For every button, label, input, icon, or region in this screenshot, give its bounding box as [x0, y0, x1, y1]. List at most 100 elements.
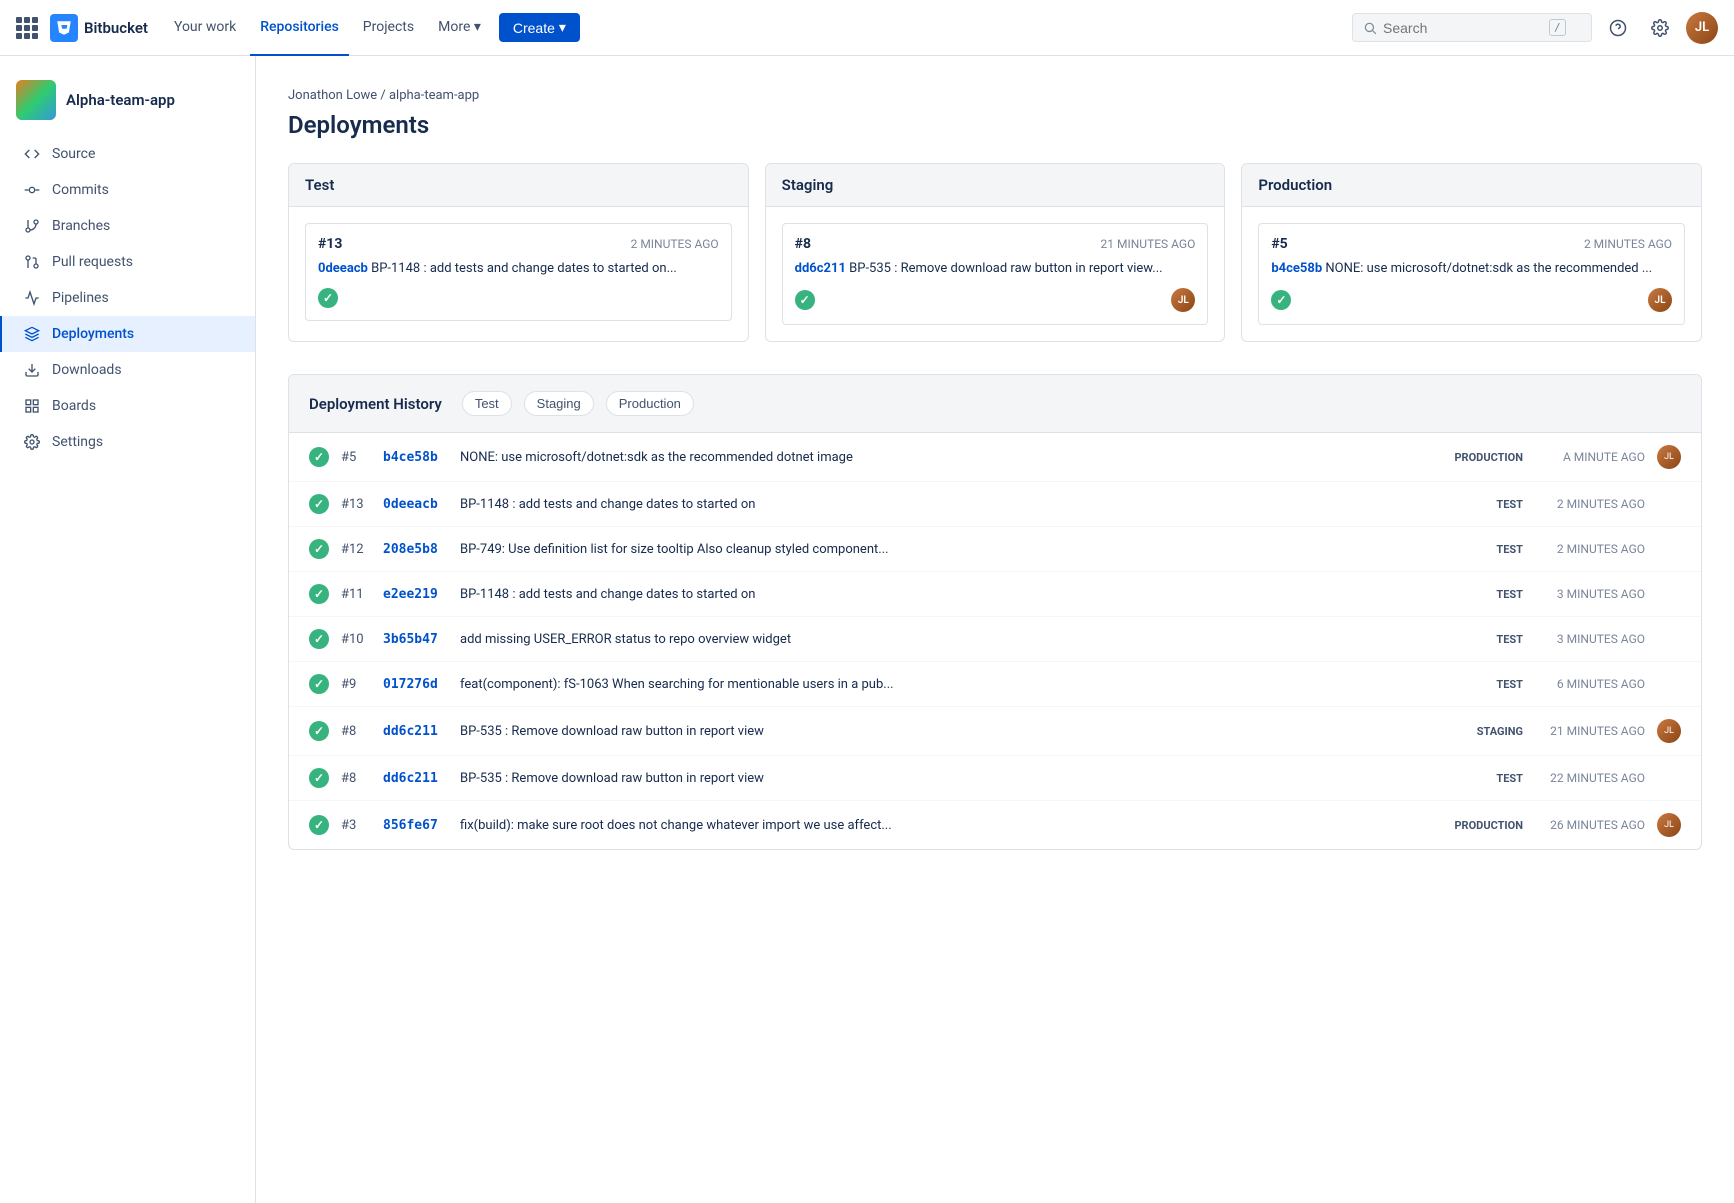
breadcrumb-parent[interactable]: Jonathon Lowe [288, 88, 377, 103]
row-env-2: TEST [1448, 543, 1523, 556]
row-status-1 [309, 494, 329, 514]
sidebar-label-deployments: Deployments [52, 326, 134, 342]
row-msg-4: add missing USER_ERROR status to repo ov… [460, 632, 1436, 647]
search-input[interactable] [1383, 20, 1543, 36]
table-row: #3 856fe67 fix(build): make sure root do… [289, 801, 1701, 849]
row-env-6: STAGING [1448, 725, 1523, 738]
nav-projects[interactable]: Projects [353, 0, 424, 56]
row-hash-8[interactable]: 856fe67 [383, 818, 448, 833]
table-row: #12 208e5b8 BP-749: Use definition list … [289, 527, 1701, 572]
bitbucket-logo-svg [55, 19, 73, 37]
sidebar-item-boards[interactable]: Boards [0, 388, 255, 424]
downloads-icon [22, 360, 42, 380]
topnav-right: / JL [1352, 12, 1718, 44]
row-status-2 [309, 539, 329, 559]
row-time-8: 26 MINUTES AGO [1535, 818, 1645, 832]
row-status-4 [309, 629, 329, 649]
app-switcher-icon[interactable] [16, 17, 38, 39]
env-card-production-body: #5 2 MINUTES AGO b4ce58b NONE: use micro… [1242, 207, 1701, 341]
top-navigation: Bitbucket Your work Repositories Project… [0, 0, 1734, 56]
page-title: Deployments [288, 111, 1702, 139]
sidebar-item-deployments[interactable]: Deployments [0, 316, 255, 352]
sidebar-item-source[interactable]: Source [0, 136, 255, 172]
row-num-5: #9 [341, 677, 371, 692]
deploy-avatar-staging: JL [1171, 288, 1195, 312]
user-avatar[interactable]: JL [1686, 12, 1718, 44]
sidebar-item-pull-requests[interactable]: Pull requests [0, 244, 255, 280]
deploy-hash-test: 0deeacb [318, 261, 368, 276]
search-icon [1363, 21, 1377, 35]
sidebar-label-settings: Settings [52, 434, 103, 450]
pipelines-icon [22, 288, 42, 308]
logo[interactable]: Bitbucket [50, 14, 148, 42]
row-msg-1: BP-1148 : add tests and change dates to … [460, 497, 1436, 512]
deploy-time-staging: 21 MINUTES AGO [1101, 237, 1196, 251]
row-time-4: 3 MINUTES AGO [1535, 632, 1645, 646]
breadcrumb-current: alpha-team-app [389, 88, 479, 103]
row-hash-2[interactable]: 208e5b8 [383, 542, 448, 557]
deploy-footer-test [318, 288, 719, 308]
table-row: #5 b4ce58b NONE: use microsoft/dotnet:sd… [289, 433, 1701, 482]
sidebar-label-commits: Commits [52, 182, 109, 198]
table-row: #9 017276d feat(component): fS-1063 When… [289, 662, 1701, 707]
nav-more[interactable]: More ▾ [428, 0, 491, 56]
create-button[interactable]: Create ▾ [499, 13, 580, 42]
row-hash-1[interactable]: 0deeacb [383, 497, 448, 512]
row-hash-7[interactable]: dd6c211 [383, 771, 448, 786]
row-env-8: PRODUCTION [1448, 819, 1523, 832]
sidebar-item-pipelines[interactable]: Pipelines [0, 280, 255, 316]
deploy-item-test-header: #13 2 MINUTES AGO [318, 236, 719, 252]
branches-icon [22, 216, 42, 236]
env-card-test-body: #13 2 MINUTES AGO 0deeacb BP-1148 : add … [289, 207, 748, 337]
repo-icon-inner [16, 80, 56, 120]
main-layout: Alpha-team-app Source [0, 56, 1734, 882]
filter-tab-production[interactable]: Production [606, 391, 694, 416]
nav-your-work[interactable]: Your work [164, 0, 246, 56]
sidebar-item-branches[interactable]: Branches [0, 208, 255, 244]
settings-button[interactable] [1644, 12, 1676, 44]
env-card-staging-header: Staging [766, 164, 1225, 207]
deploy-num-staging: #8 [795, 236, 811, 252]
history-header: Deployment History Test Staging Producti… [289, 375, 1701, 433]
env-card-production-header: Production [1242, 164, 1701, 207]
row-status-6 [309, 721, 329, 741]
sidebar-label-boards: Boards [52, 398, 96, 414]
filter-tab-test[interactable]: Test [462, 391, 512, 416]
table-row: #11 e2ee219 BP-1148 : add tests and chan… [289, 572, 1701, 617]
deploy-status-test [318, 288, 338, 308]
nav-repositories[interactable]: Repositories [250, 0, 349, 56]
row-hash-0[interactable]: b4ce58b [383, 450, 448, 465]
sidebar-repo-header: Alpha-team-app [0, 72, 255, 136]
row-hash-3[interactable]: e2ee219 [383, 587, 448, 602]
row-status-7 [309, 768, 329, 788]
sidebar-item-settings[interactable]: Settings [0, 424, 255, 460]
boards-icon [22, 396, 42, 416]
filter-tab-staging[interactable]: Staging [524, 391, 594, 416]
search-box[interactable]: / [1352, 13, 1592, 42]
history-title: Deployment History [309, 395, 442, 413]
environment-cards: Test #13 2 MINUTES AGO 0deeacb BP-1148 :… [288, 163, 1702, 342]
row-num-0: #5 [341, 450, 371, 465]
row-time-1: 2 MINUTES AGO [1535, 497, 1645, 511]
row-hash-5[interactable]: 017276d [383, 677, 448, 692]
sidebar-item-commits[interactable]: Commits [0, 172, 255, 208]
row-status-0 [309, 447, 329, 467]
deploy-footer-staging: JL [795, 288, 1196, 312]
deploy-footer-production: JL [1271, 288, 1672, 312]
env-card-test-header: Test [289, 164, 748, 207]
deploy-time-production: 2 MINUTES AGO [1584, 237, 1672, 251]
deploy-hash-staging: dd6c211 [795, 261, 846, 276]
breadcrumb: Jonathon Lowe / alpha-team-app [288, 88, 1702, 103]
row-hash-4[interactable]: 3b65b47 [383, 632, 448, 647]
help-button[interactable] [1602, 12, 1634, 44]
row-env-7: TEST [1448, 772, 1523, 785]
row-msg-7: BP-535 : Remove download raw button in r… [460, 771, 1436, 786]
table-row: #10 3b65b47 add missing USER_ERROR statu… [289, 617, 1701, 662]
commits-icon [22, 180, 42, 200]
row-hash-6[interactable]: dd6c211 [383, 724, 448, 739]
deploy-msg-staging: dd6c211 BP-535 : Remove download raw but… [795, 260, 1196, 278]
row-time-0: A MINUTE AGO [1535, 450, 1645, 464]
row-time-7: 22 MINUTES AGO [1535, 771, 1645, 785]
source-icon [22, 144, 42, 164]
sidebar-item-downloads[interactable]: Downloads [0, 352, 255, 388]
